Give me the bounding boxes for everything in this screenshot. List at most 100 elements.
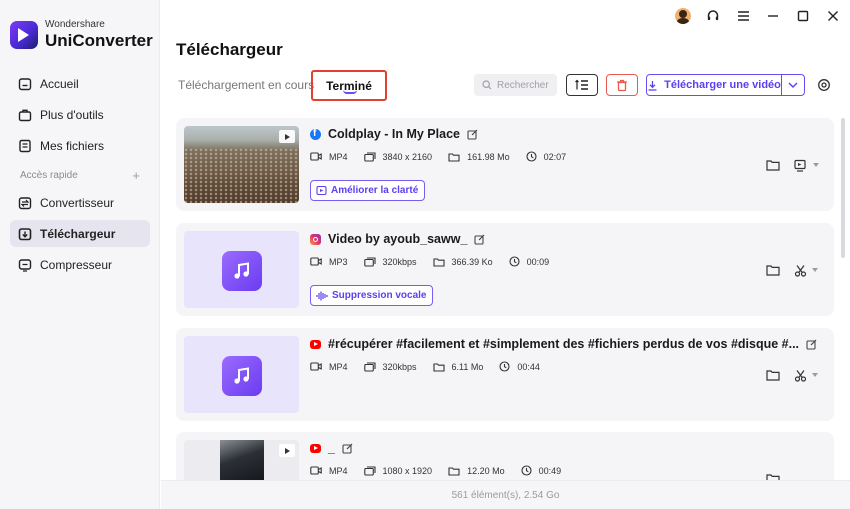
compress-icon xyxy=(18,258,32,272)
video-format-icon xyxy=(310,152,322,161)
support-button[interactable] xyxy=(704,6,722,26)
sidebar-item-mes-fichiers[interactable]: Mes fichiers xyxy=(10,132,150,159)
open-folder-button[interactable] xyxy=(765,263,781,277)
search-icon xyxy=(482,80,492,90)
delete-button[interactable] xyxy=(606,74,638,96)
video-thumbnail[interactable] xyxy=(184,126,299,203)
edit-icon[interactable] xyxy=(342,443,353,454)
folder-size-icon xyxy=(448,466,460,476)
open-folder-button[interactable] xyxy=(765,472,781,480)
folder-size-icon xyxy=(432,257,445,267)
item-resolution: 1080 x 1920 xyxy=(382,465,433,476)
folder-icon xyxy=(766,474,780,480)
item-format: MP4 xyxy=(329,361,348,372)
sidebar-item-telechargeur[interactable]: Téléchargeur xyxy=(10,220,150,247)
sort-list-icon xyxy=(575,79,588,90)
enhance-clarity-button[interactable]: Améliorer la clarté xyxy=(310,180,426,201)
list-item[interactable]: Coldplay - In My Place MP4 3840 x 2160 1… xyxy=(176,118,834,211)
open-folder-button[interactable] xyxy=(765,368,781,382)
edit-icon[interactable] xyxy=(474,234,485,245)
chevron-down-icon xyxy=(812,373,818,377)
scissors-icon xyxy=(794,264,807,277)
enhance-icon xyxy=(316,185,327,196)
edit-icon[interactable] xyxy=(467,129,478,140)
sidebar-item-label: Plus d'outils xyxy=(40,107,104,122)
home-icon xyxy=(18,77,32,90)
youtube-icon xyxy=(310,339,321,349)
settings-button[interactable] xyxy=(815,76,833,94)
account-button[interactable] xyxy=(674,6,692,26)
sidebar-item-plus-outils[interactable]: Plus d'outils xyxy=(10,101,150,128)
edit-icon[interactable] xyxy=(806,339,817,350)
folder-size-icon xyxy=(432,362,445,372)
item-format: MP4 xyxy=(329,465,348,476)
folder-icon xyxy=(766,370,780,381)
sidebar-item-label: Compresseur xyxy=(40,257,113,272)
sidebar-item-compresseur[interactable]: Compresseur xyxy=(10,251,150,278)
video-format-icon xyxy=(310,257,322,266)
item-size: 161.98 Mo xyxy=(467,151,510,162)
sidebar-item-accueil[interactable]: Accueil xyxy=(10,70,150,97)
item-size: 6.11 Mo xyxy=(451,361,484,372)
search-input[interactable] xyxy=(497,79,553,91)
trim-button[interactable] xyxy=(794,368,822,382)
list-item[interactable]: Video by ayoub_saww_ MP3 320kbps 366.39 … xyxy=(176,223,834,316)
minimize-icon xyxy=(768,15,778,17)
item-format: MP4 xyxy=(329,151,348,162)
resolution-icon xyxy=(363,361,376,372)
clock-icon xyxy=(499,361,510,372)
sidebar: Wondershare UniConverter Accueil Plus d'… xyxy=(0,0,160,509)
audio-thumbnail[interactable] xyxy=(184,231,299,308)
waveform-icon xyxy=(316,291,328,300)
item-title: _ xyxy=(328,441,335,455)
clock-icon xyxy=(526,151,537,162)
list-item[interactable]: _ MP4 1080 x 1920 12.20 Mo 00:49 xyxy=(176,432,834,480)
maximize-icon xyxy=(797,10,809,22)
sort-button[interactable] xyxy=(566,74,598,96)
trim-button[interactable] xyxy=(794,263,822,277)
folder-icon xyxy=(766,265,780,276)
item-duration: 00:44 xyxy=(517,361,540,372)
resolution-icon xyxy=(363,465,376,476)
item-count-summary: 561 élément(s), 2.54 Go xyxy=(451,489,560,501)
download-video-button[interactable]: Télécharger une vidéo xyxy=(646,74,782,96)
files-icon xyxy=(19,139,31,152)
convert-icon xyxy=(18,196,32,209)
tab-downloading[interactable]: Téléchargement en cours xyxy=(178,78,314,92)
video-thumbnail[interactable] xyxy=(184,440,299,480)
item-title: #récupérer #facilement et #simplement de… xyxy=(328,337,800,351)
minimize-button[interactable] xyxy=(764,6,782,26)
maximize-button[interactable] xyxy=(794,6,812,26)
clock-icon xyxy=(521,465,532,476)
audio-thumbnail[interactable] xyxy=(184,336,299,413)
screen-record-button[interactable] xyxy=(794,158,822,172)
item-title: Video by ayoub_saww_ xyxy=(328,232,468,246)
add-quick-access-button[interactable]: + xyxy=(132,168,140,183)
active-tab-indicator xyxy=(343,90,357,94)
download-options-dropdown[interactable] xyxy=(781,74,805,96)
list-scrollbar[interactable] xyxy=(841,118,845,258)
trash-icon xyxy=(617,79,627,91)
toolbox-icon xyxy=(18,109,32,121)
menu-button[interactable] xyxy=(734,6,752,26)
open-folder-button[interactable] xyxy=(765,158,781,172)
gear-icon xyxy=(818,79,830,91)
close-button[interactable] xyxy=(824,6,842,26)
sidebar-item-label: Téléchargeur xyxy=(40,226,116,241)
screen-icon xyxy=(794,159,806,172)
instagram-icon xyxy=(310,233,321,245)
brand-name: Wondershare xyxy=(45,19,105,30)
item-size: 12.20 Mo xyxy=(467,465,505,476)
sidebar-item-convertisseur[interactable]: Convertisseur xyxy=(10,189,150,216)
search-box[interactable] xyxy=(474,74,557,96)
resolution-icon xyxy=(363,256,376,267)
window-controls xyxy=(674,6,842,26)
download-video-label: Télécharger une vidéo xyxy=(664,79,781,91)
enhance-clarity-label: Améliorer la clarté xyxy=(331,185,419,196)
uniconverter-logo-icon xyxy=(10,20,38,49)
list-item[interactable]: #récupérer #facilement et #simplement de… xyxy=(176,328,834,421)
item-title: Coldplay - In My Place xyxy=(328,127,460,141)
tab-completed[interactable]: Terminé xyxy=(311,70,387,101)
vocal-removal-button[interactable]: Suppression vocale xyxy=(310,285,434,306)
status-bar: 561 élément(s), 2.54 Go xyxy=(161,480,850,509)
